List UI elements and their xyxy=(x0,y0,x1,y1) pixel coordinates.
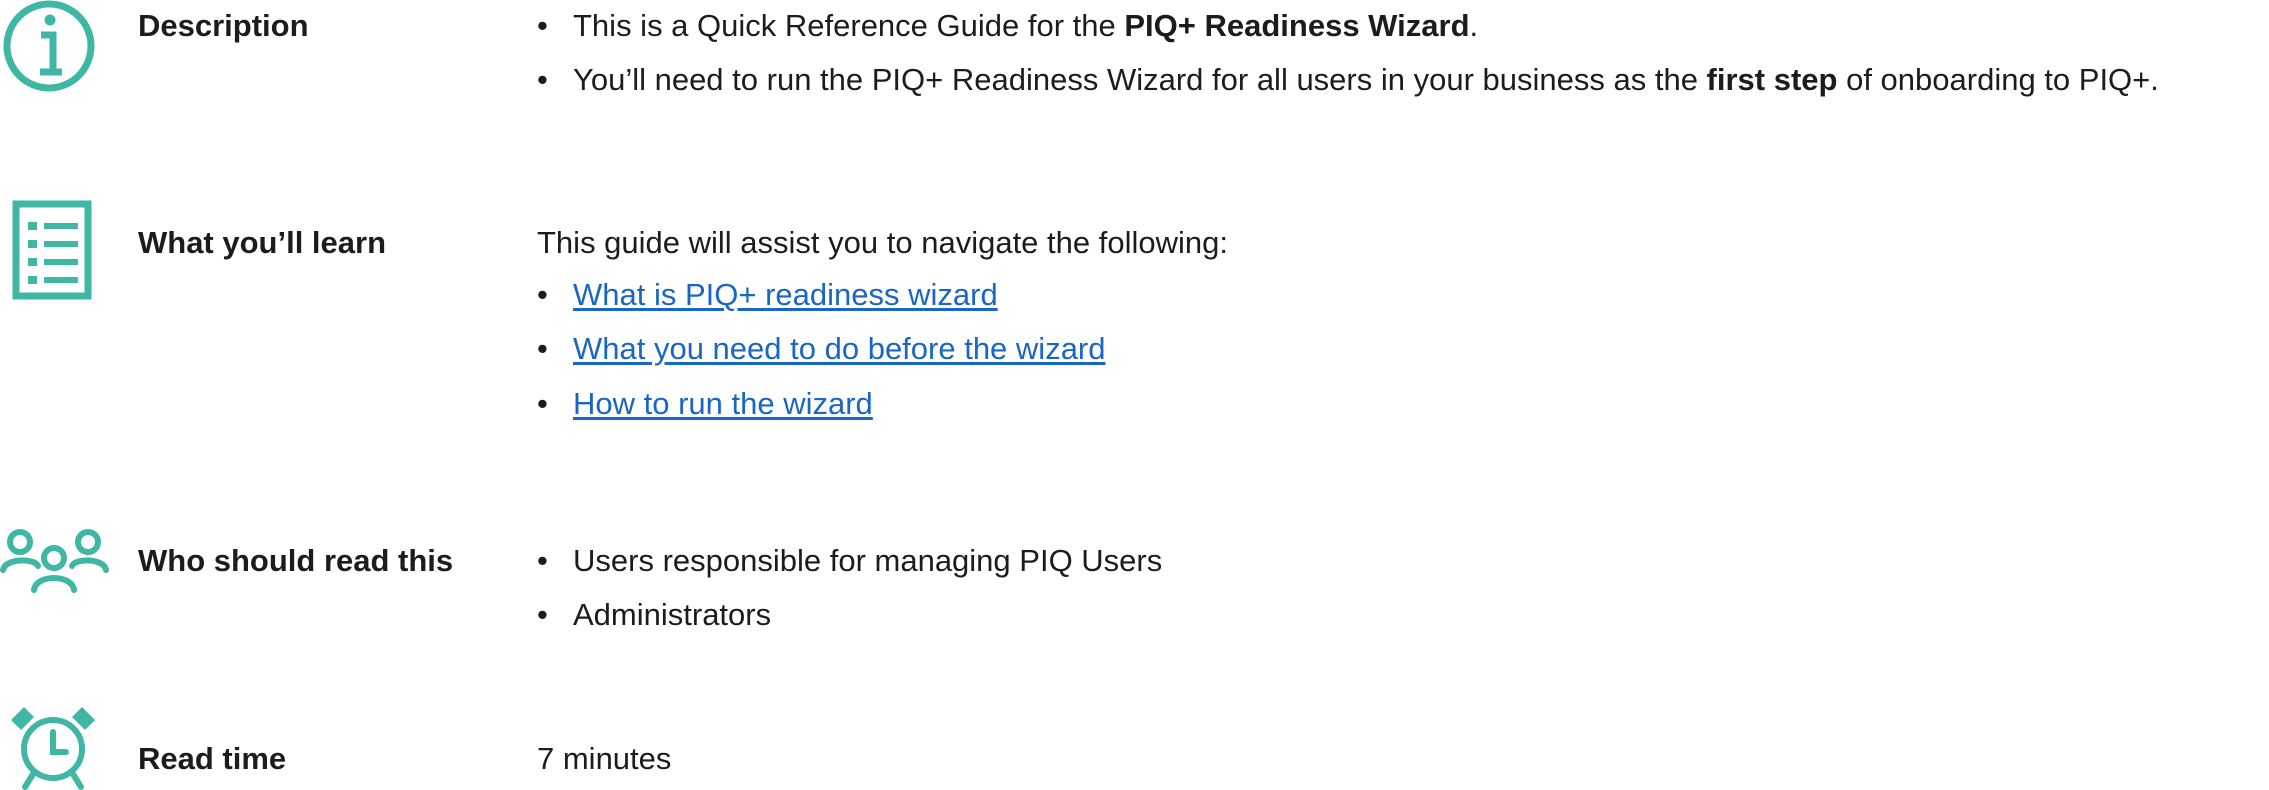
audience-label: Who should read this xyxy=(138,543,454,578)
description-content: • This is a Quick Reference Guide for th… xyxy=(537,7,2269,115)
learn-label: What you’ll learn xyxy=(138,225,387,260)
link-how-to-run[interactable]: How to run the wizard xyxy=(573,386,873,421)
info-icon xyxy=(0,0,100,98)
learn-link-item: • What is PIQ+ readiness wizard xyxy=(537,277,998,313)
audience-item: • Administrators xyxy=(537,597,772,633)
description-list: • This is a Quick Reference Guide for th… xyxy=(537,7,2269,98)
description-bullet-2: • You’ll need to run the PIQ+ Readiness … xyxy=(537,62,2159,98)
users-group-icon xyxy=(0,528,110,598)
learn-content: This guide will assist you to navigate t… xyxy=(537,224,2269,439)
learn-link-item: • What you need to do before the wizard xyxy=(537,331,1106,367)
read-time-label: Read time xyxy=(138,741,287,776)
audience-item: • Users responsible for managing PIQ Use… xyxy=(537,543,1163,578)
link-what-is-wizard[interactable]: What is PIQ+ readiness wizard xyxy=(573,277,998,312)
read-time-value: 7 minutes xyxy=(537,741,672,776)
learn-link-list: • What is PIQ+ readiness wizard • What y… xyxy=(537,276,2269,422)
link-before-wizard[interactable]: What you need to do before the wizard xyxy=(573,331,1106,366)
description-label: Description xyxy=(138,8,309,43)
learn-link-item: • How to run the wizard xyxy=(537,385,873,421)
product-name: PIQ+ Readiness Wizard xyxy=(1124,8,1470,43)
audience-list: • Users responsible for managing PIQ Use… xyxy=(537,542,2269,633)
description-bullet-1: • This is a Quick Reference Guide for th… xyxy=(537,8,1479,43)
alarm-clock-icon xyxy=(8,704,98,790)
audience-content: • Users responsible for managing PIQ Use… xyxy=(537,542,2269,650)
learn-intro: This guide will assist you to navigate t… xyxy=(537,225,1228,260)
checklist-icon xyxy=(12,200,92,300)
first-step-emphasis: first step xyxy=(1706,62,1838,98)
